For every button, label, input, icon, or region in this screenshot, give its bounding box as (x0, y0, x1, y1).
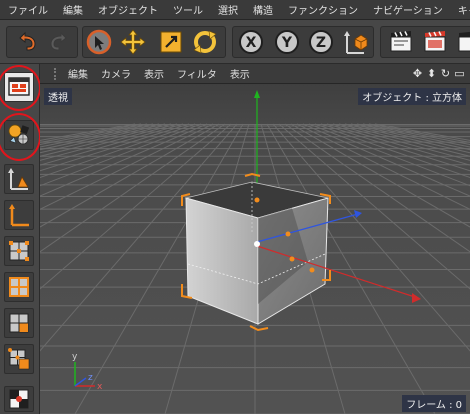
render-to-picture-viewer-button[interactable] (420, 27, 450, 57)
points-mode-button[interactable] (4, 236, 34, 266)
viewport-menu-display[interactable]: 表示 (144, 66, 164, 81)
object-axis-button[interactable] (4, 164, 34, 194)
viewport-menu-camera[interactable]: カメラ (101, 66, 131, 81)
y-axis-lock-button[interactable]: Y (272, 27, 302, 57)
highlight-circle-texture-mode (0, 113, 41, 161)
y-axis-lock-icon: Y (275, 30, 299, 54)
polygons-mode-button[interactable] (4, 308, 34, 338)
viewport-nav-icons: ✥ ⬍ ↻ ▭ (410, 66, 466, 82)
svg-text:Z: Z (316, 35, 326, 51)
points-mode-icon (9, 241, 29, 261)
object-axis-icon (8, 168, 29, 190)
dolly-view-icon[interactable]: ⬍ (425, 66, 438, 82)
render-settings-icon (458, 31, 470, 52)
menu-edit[interactable]: 編集 (63, 2, 83, 17)
object-info-label: オブジェクト : 立方体 (358, 88, 466, 105)
menu-structure[interactable]: 構造 (253, 2, 273, 17)
view-name-label[interactable]: 透視 (44, 88, 72, 105)
svg-text:y: y (72, 352, 78, 362)
drag-grip-icon[interactable] (54, 67, 60, 80)
move-icon (120, 29, 146, 55)
coordinate-system-icon (344, 31, 368, 54)
render-view-button[interactable] (386, 27, 416, 57)
render-settings-button[interactable] (454, 27, 470, 57)
menu-functions[interactable]: ファンクション (288, 2, 358, 17)
maximize-view-icon[interactable]: ▭ (453, 66, 466, 82)
pan-view-icon[interactable]: ✥ (411, 66, 424, 82)
z-axis-lock-icon: Z (309, 30, 333, 54)
x-axis-lock-button[interactable]: X (236, 27, 266, 57)
frame-info-label: フレーム : 0 (402, 395, 466, 412)
solo-button[interactable] (4, 386, 34, 412)
edges-mode-button[interactable] (4, 272, 34, 302)
workplane-button[interactable] (4, 200, 34, 230)
menu-navigation[interactable]: ナビゲーション (373, 2, 443, 17)
workplane-icon (9, 204, 29, 227)
scale-icon (160, 31, 182, 53)
edges-mode-icon (9, 277, 29, 297)
x-axis-lock-icon: X (239, 30, 263, 54)
uvw-mode-button[interactable] (4, 344, 34, 374)
viewport-scene: y z x (40, 84, 470, 414)
rotate-view-icon[interactable]: ↻ (439, 66, 452, 82)
svg-text:X: X (246, 35, 257, 51)
menu-select[interactable]: 選択 (218, 2, 238, 17)
solo-icon (9, 389, 29, 409)
menu-character[interactable]: キャ (458, 2, 470, 17)
viewport-menu-panel[interactable]: 表示 (230, 66, 250, 81)
svg-text:z: z (88, 373, 93, 383)
render-view-icon (390, 31, 412, 52)
perspective-viewport[interactable]: y z x 透視 オブジェクト : 立方体 フレーム : 0 (40, 84, 470, 414)
svg-text:Y: Y (281, 35, 293, 51)
scale-button[interactable] (156, 27, 186, 57)
redo-icon (50, 31, 67, 51)
highlight-circle-model-mode (0, 65, 41, 111)
render-to-picture-viewer-icon (424, 31, 446, 52)
live-select-button[interactable] (84, 27, 114, 57)
coordinate-system-button[interactable] (340, 27, 370, 57)
mode-palette (0, 64, 41, 414)
menu-tools[interactable]: ツール (173, 2, 203, 17)
undo-button[interactable] (12, 27, 42, 57)
redo-button[interactable] (44, 27, 74, 57)
main-toolbar: X Y Z (0, 20, 470, 64)
z-axis-lock-button[interactable]: Z (306, 27, 336, 57)
viewport-menu-filter[interactable]: フィルタ (177, 66, 217, 81)
svg-text:x: x (97, 382, 103, 392)
main-menubar: ファイル 編集 オブジェクト ツール 選択 構造 ファンクション ナビゲーション… (0, 0, 470, 20)
viewport-menu-edit[interactable]: 編集 (68, 66, 88, 81)
move-button[interactable] (118, 27, 148, 57)
polygons-mode-icon (9, 313, 29, 333)
live-select-icon (86, 29, 112, 55)
uvw-mode-icon (8, 348, 30, 370)
undo-icon (19, 31, 36, 51)
rotate-icon (193, 30, 217, 54)
rotate-button[interactable] (190, 27, 220, 57)
menu-object[interactable]: オブジェクト (98, 2, 158, 17)
menu-file[interactable]: ファイル (8, 2, 48, 17)
viewport-menubar: 編集 カメラ 表示 フィルタ 表示 ✥ ⬍ ↻ ▭ (40, 64, 470, 84)
